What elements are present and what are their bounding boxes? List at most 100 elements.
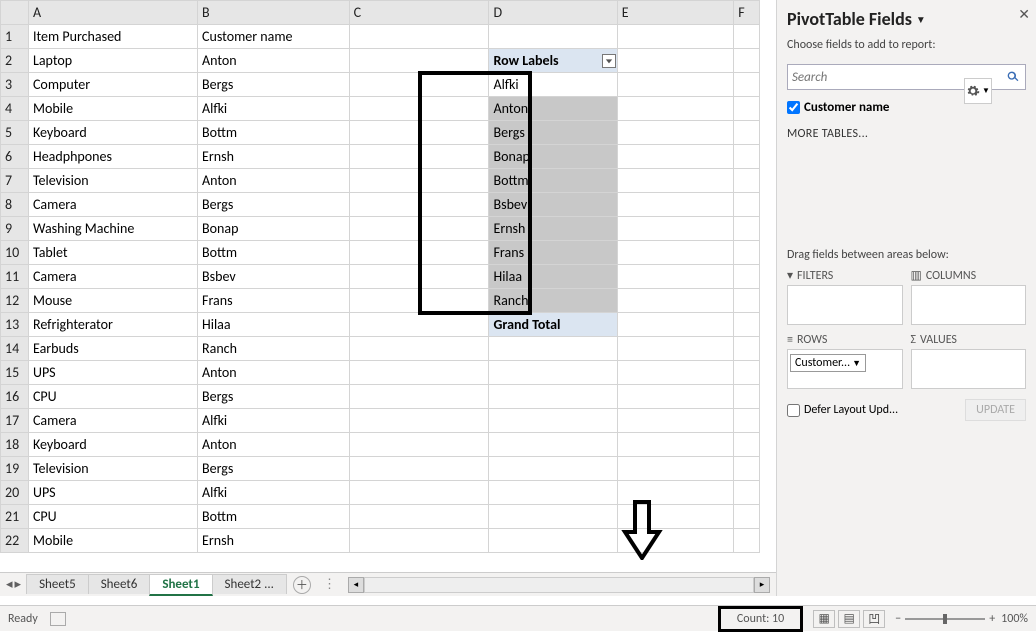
row-hdr[interactable]: 17	[1, 409, 29, 433]
sheet-tab-sheet6[interactable]: Sheet6	[88, 574, 151, 594]
cell-C16[interactable]	[349, 385, 489, 409]
cell-B9[interactable]: Bonap	[198, 217, 350, 241]
cell-C15[interactable]	[349, 361, 489, 385]
cell-E13[interactable]	[617, 313, 734, 337]
cell-E18[interactable]	[617, 433, 734, 457]
row-hdr[interactable]: 4	[1, 97, 29, 121]
cell-A11[interactable]: Camera	[28, 265, 197, 289]
cell-B22[interactable]: Ernsh	[198, 529, 350, 553]
area-values[interactable]: ΣVALUES	[911, 333, 1027, 389]
cell-C18[interactable]	[349, 433, 489, 457]
cell-E16[interactable]	[617, 385, 734, 409]
row-labels-dropdown[interactable]	[602, 54, 616, 68]
cell-F7[interactable]	[734, 169, 760, 193]
cell-A7[interactable]: Television	[28, 169, 197, 193]
cell-E1[interactable]	[617, 25, 734, 49]
row-hdr[interactable]: 13	[1, 313, 29, 337]
row-hdr[interactable]: 19	[1, 457, 29, 481]
row-hdr[interactable]: 12	[1, 289, 29, 313]
worksheet-grid[interactable]: A B C D E F 1Item PurchasedCustomer name…	[0, 0, 760, 553]
cell-F15[interactable]	[734, 361, 760, 385]
cell-A22[interactable]: Mobile	[28, 529, 197, 553]
cell-F13[interactable]	[734, 313, 760, 337]
cell-B16[interactable]: Bergs	[198, 385, 350, 409]
cell-A8[interactable]: Camera	[28, 193, 197, 217]
cell-E3[interactable]	[617, 73, 734, 97]
cell-E11[interactable]	[617, 265, 734, 289]
cell-D16[interactable]	[489, 385, 617, 409]
cell-C17[interactable]	[349, 409, 489, 433]
cell-F14[interactable]	[734, 337, 760, 361]
view-page-layout-icon[interactable]: ▤	[838, 610, 860, 628]
cell-D11[interactable]: Hilaa	[489, 265, 617, 289]
view-normal-icon[interactable]: ▦	[813, 610, 835, 628]
cell-D7[interactable]: Bottm	[489, 169, 617, 193]
cell-A1[interactable]: Item Purchased	[28, 25, 197, 49]
cell-E14[interactable]	[617, 337, 734, 361]
cell-E6[interactable]	[617, 145, 734, 169]
cell-D1[interactable]	[489, 25, 617, 49]
cell-C21[interactable]	[349, 505, 489, 529]
gear-icon[interactable]: ▼	[964, 78, 992, 104]
cell-A6[interactable]: Headphpones	[28, 145, 197, 169]
row-hdr[interactable]: 1	[1, 25, 29, 49]
row-hdr[interactable]: 18	[1, 433, 29, 457]
cell-E5[interactable]	[617, 121, 734, 145]
tab-nav[interactable]: ◂▸	[0, 577, 27, 592]
cell-A15[interactable]: UPS	[28, 361, 197, 385]
cell-E8[interactable]	[617, 193, 734, 217]
cell-C12[interactable]	[349, 289, 489, 313]
cell-E17[interactable]	[617, 409, 734, 433]
cell-F10[interactable]	[734, 241, 760, 265]
view-page-break-icon[interactable]: 凹	[863, 610, 885, 628]
cell-A9[interactable]: Washing Machine	[28, 217, 197, 241]
cell-B10[interactable]: Bottm	[198, 241, 350, 265]
row-hdr[interactable]: 7	[1, 169, 29, 193]
cell-C14[interactable]	[349, 337, 489, 361]
cell-F11[interactable]	[734, 265, 760, 289]
row-hdr[interactable]: 6	[1, 145, 29, 169]
cell-D5[interactable]: Bergs	[489, 121, 617, 145]
cell-A20[interactable]: UPS	[28, 481, 197, 505]
cell-C2[interactable]	[349, 49, 489, 73]
defer-checkbox[interactable]	[787, 404, 800, 417]
cell-D15[interactable]	[489, 361, 617, 385]
cell-A21[interactable]: CPU	[28, 505, 197, 529]
col-hdr-F[interactable]: F	[734, 1, 760, 25]
add-sheet-button[interactable]: ＋	[293, 576, 311, 594]
cell-B7[interactable]: Anton	[198, 169, 350, 193]
cell-D10[interactable]: Frans	[489, 241, 617, 265]
cell-C10[interactable]	[349, 241, 489, 265]
cell-D8[interactable]: Bsbev	[489, 193, 617, 217]
rows-chip-customer[interactable]: Customer...▼	[790, 354, 866, 372]
row-hdr[interactable]: 9	[1, 217, 29, 241]
cell-A19[interactable]: Television	[28, 457, 197, 481]
cell-D19[interactable]	[489, 457, 617, 481]
more-tables-link[interactable]: MORE TABLES...	[787, 127, 1026, 141]
cell-B15[interactable]: Anton	[198, 361, 350, 385]
cell-F8[interactable]	[734, 193, 760, 217]
cell-B5[interactable]: Bottm	[198, 121, 350, 145]
cell-B4[interactable]: Alfki	[198, 97, 350, 121]
col-hdr-C[interactable]: C	[349, 1, 489, 25]
cell-D9[interactable]: Ernsh	[489, 217, 617, 241]
cell-B2[interactable]: Anton	[198, 49, 350, 73]
update-button[interactable]: UPDATE	[965, 399, 1026, 421]
cell-A12[interactable]: Mouse	[28, 289, 197, 313]
cell-A4[interactable]: Mobile	[28, 97, 197, 121]
cell-B8[interactable]: Bergs	[198, 193, 350, 217]
zoom-slider[interactable]: −+	[895, 612, 995, 626]
cell-E10[interactable]	[617, 241, 734, 265]
cell-E9[interactable]	[617, 217, 734, 241]
cell-D17[interactable]	[489, 409, 617, 433]
row-hdr[interactable]: 3	[1, 73, 29, 97]
cell-C22[interactable]	[349, 529, 489, 553]
cell-B14[interactable]: Ranch	[198, 337, 350, 361]
cell-B19[interactable]: Bergs	[198, 457, 350, 481]
cell-E12[interactable]	[617, 289, 734, 313]
sheet-tab-sheet1[interactable]: Sheet1	[149, 574, 212, 596]
cell-D3[interactable]: Alfki	[489, 73, 617, 97]
cell-E15[interactable]	[617, 361, 734, 385]
cell-C4[interactable]	[349, 97, 489, 121]
cell-C5[interactable]	[349, 121, 489, 145]
